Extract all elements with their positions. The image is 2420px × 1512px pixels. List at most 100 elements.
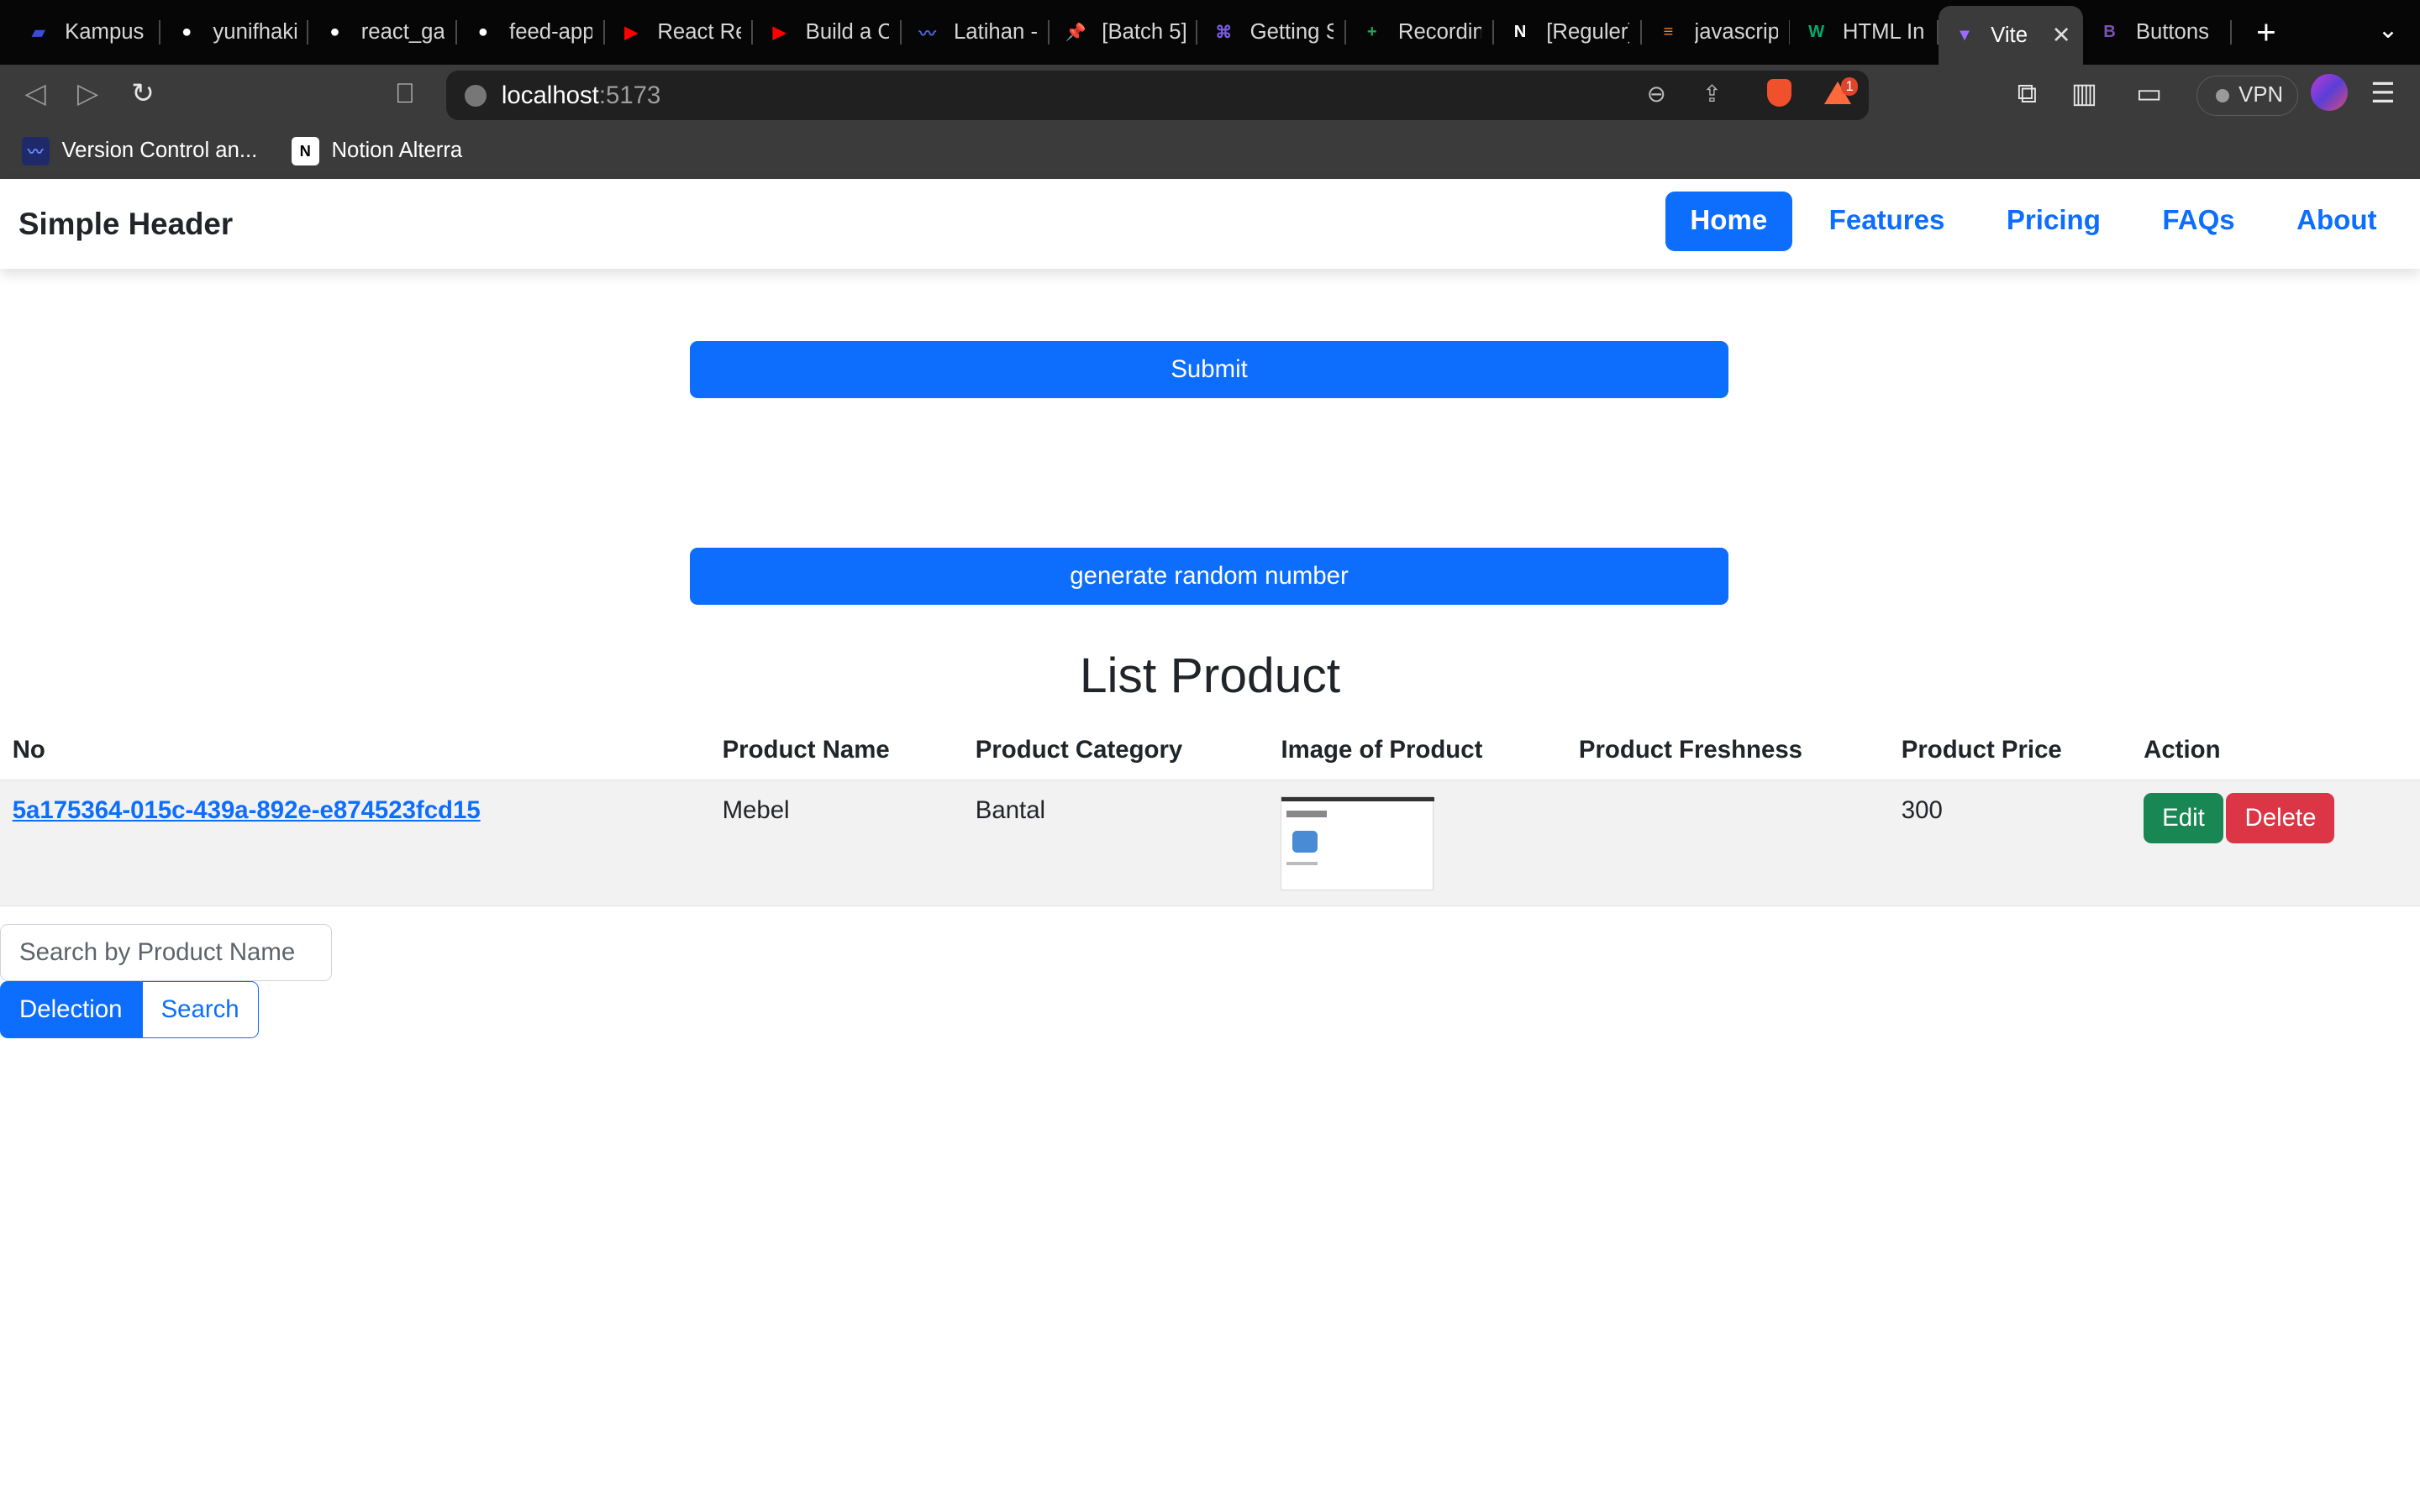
reload-icon[interactable]: ↻ [131,77,155,111]
tab-title: Recording [1397,20,1481,45]
cell-image [1268,780,1567,907]
share-icon[interactable]: ⇪ [1702,81,1722,108]
nav-home[interactable]: Home [1665,191,1792,251]
bookmark-version-control[interactable]: 〰 Version Control an... [21,137,258,165]
browser-tab[interactable]: 📌 [Batch 5] [1050,6,1198,58]
profile-avatar[interactable] [2310,74,2348,112]
page-viewport: Simple Header Home Features Pricing FAQs… [0,179,2420,1512]
wallet-icon[interactable]: ▭ [2136,77,2162,111]
column-header-no: No [0,720,710,781]
github-icon: ● [477,23,488,42]
sheets-plus-icon: + [1366,23,1377,42]
bookmark-label: Version Control an... [61,139,258,163]
nav-features[interactable]: Features [1804,192,1970,251]
browser-toolbar: ◁ ▷ ↻ ⎕ localhost:5173 ⊖ ⇪ 1 ⧉ ▥ ▭ VPN ☰ [0,65,2420,123]
bookmark-icon[interactable]: ⎕ [397,77,413,111]
new-tab-button[interactable]: + [2256,13,2276,52]
close-tab-icon[interactable]: ✕ [2052,22,2071,49]
browser-tab[interactable]: ▶ Build a C [753,6,902,58]
menu-icon[interactable]: ☰ [2370,77,2396,111]
tab-title: HTML Inp [1842,20,1926,45]
search-input[interactable] [0,924,332,982]
table-header-row: No Product Name Product Category Image o… [0,720,2420,781]
column-header-product-category: Product Category [963,720,1269,781]
youtube-icon: ▶ [772,24,786,43]
extensions-icon[interactable]: ⧉ [2018,77,2038,111]
address-bar[interactable]: localhost:5173 ⊖ ⇪ [445,71,1870,121]
browser-tab[interactable]: ▼ Vite ✕ [1938,6,2084,66]
generate-random-number-button[interactable]: generate random number [690,548,1729,605]
search-button[interactable]: Search [141,981,259,1039]
zoom-icon[interactable]: ⊖ [1647,81,1666,108]
tab-title: javascrip [1694,20,1778,45]
product-table: No Product Name Product Category Image o… [0,720,2420,907]
browser-tab[interactable]: ● feed-app [457,6,605,58]
edit-button[interactable]: Edit [2144,793,2223,843]
product-image [1281,795,1435,890]
browser-tab[interactable]: + Recording [1346,6,1494,58]
browser-tab[interactable]: ● yunifhakim [160,6,309,58]
browser-tab[interactable]: ● react_gallery [308,6,457,58]
column-header-price: Product Price [1889,720,2132,781]
tab-title: Latihan - [953,20,1038,45]
nav-pricing[interactable]: Pricing [1982,192,2126,251]
bookmarks-bar: 〰 Version Control an... N Notion Alterra [0,123,2420,180]
column-header-action: Action [2131,720,2420,781]
browser-tab[interactable]: 〰 Latihan - [902,6,1050,58]
tab-title: Kampus M [65,20,148,45]
w3schools-icon: W [1808,23,1825,42]
vite-icon: ▼ [1955,25,1973,45]
column-header-image: Image of Product [1268,720,1567,781]
bookmark-notion-alterra[interactable]: N Notion Alterra [291,137,463,165]
notion-icon: N [1513,23,1527,42]
browser-tab[interactable]: ≡ javascrip [1642,6,1791,58]
back-icon[interactable]: ◁ [24,77,45,111]
browser-tab[interactable]: ▶ React Re [605,6,754,58]
notion-icon: N [291,137,319,165]
cell-price: 300 [1889,780,2132,907]
rewards-badge: 1 [1841,76,1859,96]
tab-bar: ▰ Kampus M ● yunifhakim ● react_gallery ● feed-… [0,0,2420,66]
column-header-freshness: Product Freshness [1566,720,1890,781]
sidebar-icon[interactable]: ▥ [2071,77,2097,111]
url-port: :5173 [598,81,661,110]
submit-button[interactable]: Submit [690,340,1729,398]
tab-title: Buttons [2135,20,2209,45]
youtube-icon: ▶ [624,24,638,43]
brave-shields-icon[interactable] [1767,78,1792,107]
tab-title: [Reguler] [1546,20,1630,45]
url-text[interactable]: localhost:5173 [502,81,660,110]
url-host: localhost [501,81,599,110]
bootstrap-icon: B [2103,23,2116,42]
browser-tab[interactable]: B Buttons [2083,6,2232,58]
browser-tab[interactable]: ⌘ Getting S [1197,6,1346,58]
browser-tab[interactable]: W HTML Inp [1790,6,1939,58]
cell-product-name: Mebel [709,780,964,907]
cell-product-category: Bantal [963,780,1269,907]
alterra-icon: 〰 [21,137,50,165]
nav-faqs[interactable]: FAQs [2138,192,2260,251]
vpn-button[interactable]: VPN [2196,75,2298,116]
browser-tab[interactable]: ▰ Kampus M [13,6,160,58]
list-product-title: List Product [1079,648,1341,704]
tab-list-chevron-icon[interactable]: ⌄ [2378,15,2399,45]
vpn-status-icon [2215,88,2230,103]
cell-freshness [1566,780,1890,907]
brand-title: Simple Header [18,207,234,242]
delete-button[interactable]: Delete [2226,793,2335,843]
main-nav: Home Features Pricing FAQs About [1665,191,2402,251]
delection-button[interactable]: Delection [0,981,142,1039]
bookmark-label: Notion Alterra [331,139,463,163]
alterra-icon: 〰 [918,25,936,45]
stackoverflow-icon: ≡ [1663,23,1674,42]
tab-title: Vite [1991,23,2028,47]
github-icon: ● [329,23,340,42]
site-info-icon[interactable] [464,85,487,107]
column-header-product-name: Product Name [709,720,964,781]
nav-about[interactable]: About [2272,192,2402,251]
search-button-group: Delection Search [0,981,259,1039]
forward-icon[interactable]: ▷ [77,77,98,111]
browser-tab[interactable]: N [Reguler] [1494,6,1643,58]
github-icon: ● [182,23,192,42]
product-id-link[interactable]: 5a175364-015c-439a-892e-e874523fcd15 [13,796,481,824]
